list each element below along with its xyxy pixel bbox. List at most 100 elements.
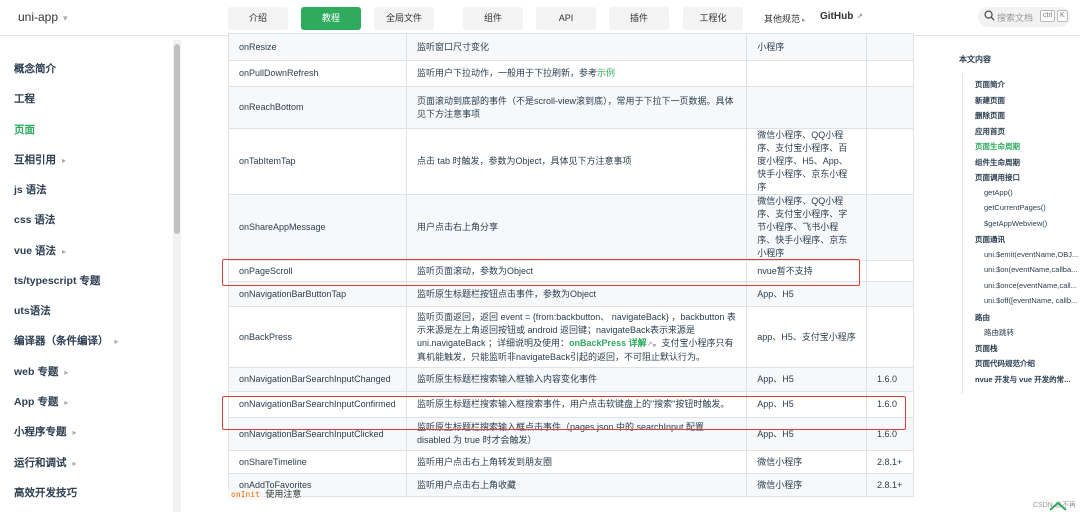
hook-version: 1.6.0 bbox=[865, 367, 915, 392]
hook-version: 2.8.1+ bbox=[865, 450, 915, 474]
nav-intro-button[interactable]: 介绍 bbox=[228, 7, 288, 30]
toc-subitem[interactable]: getApp() bbox=[984, 188, 1013, 197]
top-navbar: uni-app ▾ 介绍 教程 全局文件 组件 API 插件 工程化 其他规范 ▸ … bbox=[0, 0, 1080, 36]
hook-desc: 点击 tab 时触发，参数为Object，具体见下方注意事项 bbox=[405, 128, 748, 195]
nav-api-button[interactable]: API bbox=[536, 7, 596, 30]
table-row: onAddToFavorites 监听用户点击右上角收藏 微信小程序 2.8.1… bbox=[228, 473, 915, 497]
nav-tutorial-button[interactable]: 教程 bbox=[301, 7, 361, 30]
toc-item[interactable]: 页面简介 bbox=[975, 79, 1005, 90]
toc-subitem[interactable]: getCurrentPages() bbox=[984, 203, 1046, 212]
sidebar-item-vue-syntax[interactable]: vue 语法 ▸ bbox=[14, 243, 66, 258]
toc-item[interactable]: 组件生命周期 bbox=[975, 157, 1020, 168]
sidebar-item-css-syntax[interactable]: css 语法 bbox=[14, 212, 61, 227]
hook-platform: nvue暂不支持 bbox=[746, 260, 867, 282]
table-row: onResize 监听窗口尺寸变化 小程序 bbox=[228, 33, 915, 61]
hook-version bbox=[865, 33, 915, 61]
toc-subitem[interactable]: uni.$emit(eventName,OBJ... bbox=[984, 250, 1078, 259]
sidebar-item-label: 小程序专题 bbox=[14, 426, 67, 438]
hook-desc: 监听页面返回，返回 event = {from:backbutton、 navi… bbox=[405, 306, 748, 368]
toc-item[interactable]: 路由 bbox=[975, 312, 990, 323]
sidebar-item-uts[interactable]: uts语法 bbox=[14, 303, 57, 318]
toc-subitem[interactable]: uni.$once(eventName,call... bbox=[984, 281, 1077, 290]
hook-desc: 监听页面滚动，参数为Object bbox=[405, 260, 748, 282]
nav-components-button[interactable]: 组件 bbox=[463, 7, 523, 30]
hook-platform bbox=[746, 60, 867, 87]
hook-name: onShareAppMessage bbox=[228, 194, 407, 261]
lifecycle-table: onResize 监听窗口尺寸变化 小程序 onPullDownRefresh … bbox=[228, 33, 915, 497]
hook-desc: 页面滚动到底部的事件（不是scroll-view滚到底），常用于下拉下一页数据。… bbox=[405, 86, 748, 129]
toc-item[interactable]: 页面栈 bbox=[975, 343, 998, 354]
hook-version bbox=[865, 86, 915, 129]
toc-item[interactable]: 应用首页 bbox=[975, 126, 1005, 137]
toc-title: 本文内容 bbox=[959, 55, 991, 64]
nav-global-files-button[interactable]: 全局文件 bbox=[374, 7, 434, 30]
hook-desc: 监听原生标题栏按钮点击事件，参数为Object bbox=[405, 281, 748, 307]
hook-version bbox=[865, 260, 915, 282]
oninit-note-text: 使用注意 bbox=[265, 489, 302, 499]
chevron-right-icon: ▸ bbox=[62, 247, 67, 256]
nav-github-link[interactable]: GitHub ↗ bbox=[820, 11, 863, 22]
brand-logo[interactable]: uni-app ▾ bbox=[18, 10, 68, 24]
sidebar-item-app[interactable]: App 专题 ▸ bbox=[14, 394, 68, 409]
sidebar-item-page[interactable]: 页面 bbox=[14, 122, 41, 137]
ctrl-key-hint: ctrl bbox=[1040, 10, 1056, 22]
oninit-note: onInit 使用注意 bbox=[228, 487, 301, 500]
hook-version: 2.8.1+ bbox=[865, 473, 915, 497]
toc-item-active[interactable]: 页面生命周期 bbox=[975, 141, 1020, 152]
hook-desc: 监听用户点击右上角收藏 bbox=[405, 473, 748, 497]
sidebar-item-label: 工程 bbox=[14, 93, 35, 105]
toc-subitem[interactable]: uni.$off([eventName, callb... bbox=[984, 296, 1077, 305]
hook-platform bbox=[746, 86, 867, 129]
chevron-right-icon: ▸ bbox=[64, 398, 69, 407]
hook-name: onPullDownRefresh bbox=[228, 60, 407, 87]
nav-more-label: 其他规范 bbox=[764, 14, 801, 24]
nav-plugins-button[interactable]: 插件 bbox=[609, 7, 669, 30]
sidebar-item-miniprogram[interactable]: 小程序专题 ▸ bbox=[14, 424, 77, 439]
toc-item[interactable]: 删除页面 bbox=[975, 110, 1005, 121]
sidebar-item-js-syntax[interactable]: js 语法 bbox=[14, 182, 53, 197]
example-link[interactable]: 示例 bbox=[597, 68, 615, 78]
scrollbar-thumb[interactable] bbox=[174, 44, 180, 234]
table-row: onNavigationBarSearchInputChanged 监听原生标题… bbox=[228, 367, 915, 392]
sidebar-item-label: ts/typescript 专题 bbox=[14, 275, 101, 287]
sidebar-item-project[interactable]: 工程 bbox=[14, 91, 41, 106]
hook-version: 1.6.0 bbox=[865, 391, 915, 418]
sidebar-item-typescript[interactable]: ts/typescript 专题 bbox=[14, 273, 106, 288]
toc-subitem[interactable]: $getAppWebview() bbox=[984, 219, 1047, 228]
hook-desc: 监听原生标题栏搜索输入框输入内容变化事件 bbox=[405, 367, 748, 392]
hook-desc: 监听原生标题栏搜索输入框点击事件（pages.json 中的 searchInp… bbox=[405, 417, 748, 451]
sidebar-item-compiler[interactable]: 编译器（条件编译） ▸ bbox=[14, 333, 119, 348]
toc-subitem[interactable]: uni.$on(eventName,callba... bbox=[984, 265, 1077, 274]
nav-more-specs[interactable]: 其他规范 ▸ bbox=[764, 12, 806, 25]
table-row: onPullDownRefresh 监听用户下拉动作，一般用于下拉刷新，参考示例 bbox=[228, 60, 915, 87]
search-box[interactable]: 搜索文档 ctrl K bbox=[978, 7, 1070, 27]
hook-name: onNavigationBarButtonTap bbox=[228, 281, 407, 307]
brand-name: uni-app bbox=[18, 10, 59, 24]
onbackpress-detail-link[interactable]: onBackPress 详解 bbox=[569, 338, 647, 348]
hook-version bbox=[865, 128, 915, 195]
chevron-right-icon: ▸ bbox=[114, 337, 119, 346]
table-row: onNavigationBarSearchInputConfirmed 监听原生… bbox=[228, 391, 915, 418]
hook-desc: 用户点击右上角分享 bbox=[405, 194, 748, 261]
toc-item[interactable]: 页面调用接口 bbox=[975, 172, 1020, 183]
toc-item[interactable]: nvue 开发与 vue 开发的常... bbox=[975, 374, 1070, 385]
toc-item[interactable]: 新建页面 bbox=[975, 95, 1005, 106]
sidebar-item-references[interactable]: 互相引用 ▸ bbox=[14, 152, 66, 167]
toc-item[interactable]: 页面通讯 bbox=[975, 234, 1005, 245]
sidebar-item-web[interactable]: web 专题 ▸ bbox=[14, 364, 68, 379]
sidebar-scrollbar[interactable] bbox=[173, 40, 181, 512]
sidebar-item-overview[interactable]: 概念简介 bbox=[14, 61, 62, 76]
toc-item[interactable]: 页面代码规范介绍 bbox=[975, 358, 1035, 369]
hook-desc: 监听窗口尺寸变化 bbox=[405, 33, 748, 61]
nav-engineering-button[interactable]: 工程化 bbox=[683, 7, 743, 30]
back-to-top-icon[interactable] bbox=[1046, 500, 1070, 512]
hook-version bbox=[865, 306, 915, 368]
hook-name: onReachBottom bbox=[228, 86, 407, 129]
hook-desc-text: 监听用户下拉动作，一般用于下拉刷新，参考 bbox=[416, 68, 597, 78]
search-icon bbox=[984, 10, 995, 21]
sidebar-item-dev-tips[interactable]: 高效开发技巧 bbox=[14, 485, 83, 500]
chevron-right-icon: ▸ bbox=[72, 428, 77, 437]
sidebar-item-run-debug[interactable]: 运行和调试 ▸ bbox=[14, 455, 77, 470]
table-row: onPageScroll 监听页面滚动，参数为Object nvue暂不支持 bbox=[228, 260, 915, 282]
toc-subitem[interactable]: 路由跳转 bbox=[984, 327, 1014, 338]
